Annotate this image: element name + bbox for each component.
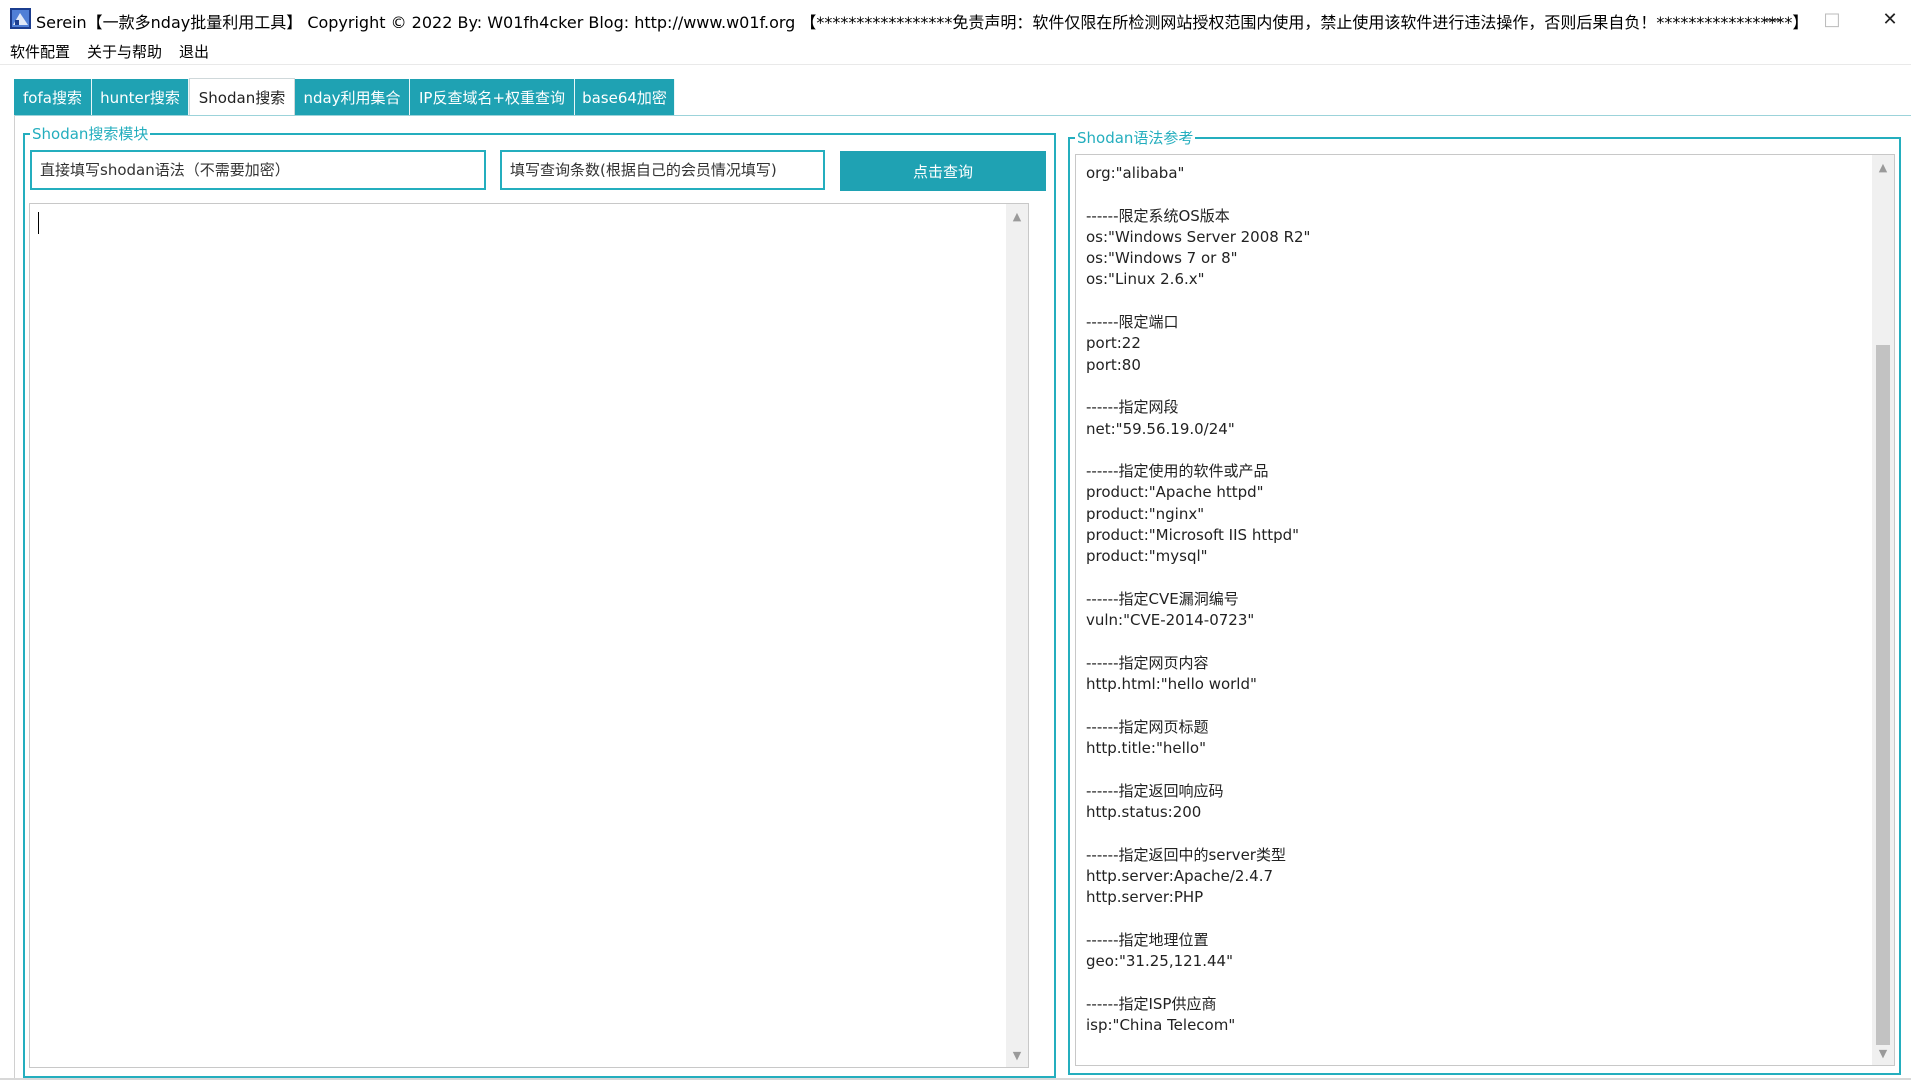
query-button[interactable]: 点击查询 [840,151,1046,191]
tab-base64-encode[interactable]: base64加密 [575,79,675,115]
scroll-thumb[interactable] [1876,345,1890,1045]
shodan-query-input[interactable] [30,150,486,190]
title-bar: Serein【一款多nday批量利用工具】 Copyright © 2022 B… [0,0,1911,38]
menu-about-help[interactable]: 关于与帮助 [87,41,162,62]
shodan-search-module-title: Shodan搜索模块 [30,123,151,144]
result-count-input[interactable] [500,150,825,190]
tab-nday-exploits[interactable]: nday利用集合 [295,79,410,115]
tab-strip-divider [14,115,1911,116]
scroll-down-icon[interactable]: ▼ [1006,1045,1028,1065]
shodan-syntax-reference-title: Shodan语法参考 [1075,127,1196,148]
close-icon[interactable]: ✕ [1861,0,1911,38]
reference-scrollbar[interactable]: ▲ ▼ [1872,155,1894,1065]
app-logo-icon [10,8,31,29]
menu-exit[interactable]: 退出 [179,41,209,62]
results-scrollbar[interactable]: ▲ ▼ [1006,204,1028,1067]
tab-fofa-search[interactable]: fofa搜索 [14,79,92,115]
menu-divider [0,64,1911,65]
tab-ip-reverse-lookup[interactable]: IP反查域名+权重查询 [410,79,575,115]
panel-left-edge [14,115,15,1080]
menu-software-config[interactable]: 软件配置 [10,41,70,62]
minimize-icon[interactable]: — [1745,0,1803,38]
syntax-reference-textarea[interactable]: org:"alibaba" ------限定系统OS版本 os:"Windows… [1075,154,1895,1066]
maximize-icon[interactable]: □ [1803,0,1861,38]
syntax-reference-text: org:"alibaba" ------限定系统OS版本 os:"Windows… [1086,164,1311,1034]
scroll-up-icon[interactable]: ▲ [1006,206,1028,226]
text-caret [38,212,39,234]
tab-hunter-search[interactable]: hunter搜索 [92,79,189,115]
window-title: Serein【一款多nday批量利用工具】 Copyright © 2022 B… [36,13,1809,32]
menu-bar: 软件配置 关于与帮助 退出 [0,38,1911,64]
tab-shodan-search[interactable]: Shodan搜索 [189,78,295,116]
scroll-up-icon[interactable]: ▲ [1872,157,1894,177]
results-textarea[interactable]: ▲ ▼ [29,203,1029,1068]
scroll-down-icon[interactable]: ▼ [1872,1043,1894,1063]
